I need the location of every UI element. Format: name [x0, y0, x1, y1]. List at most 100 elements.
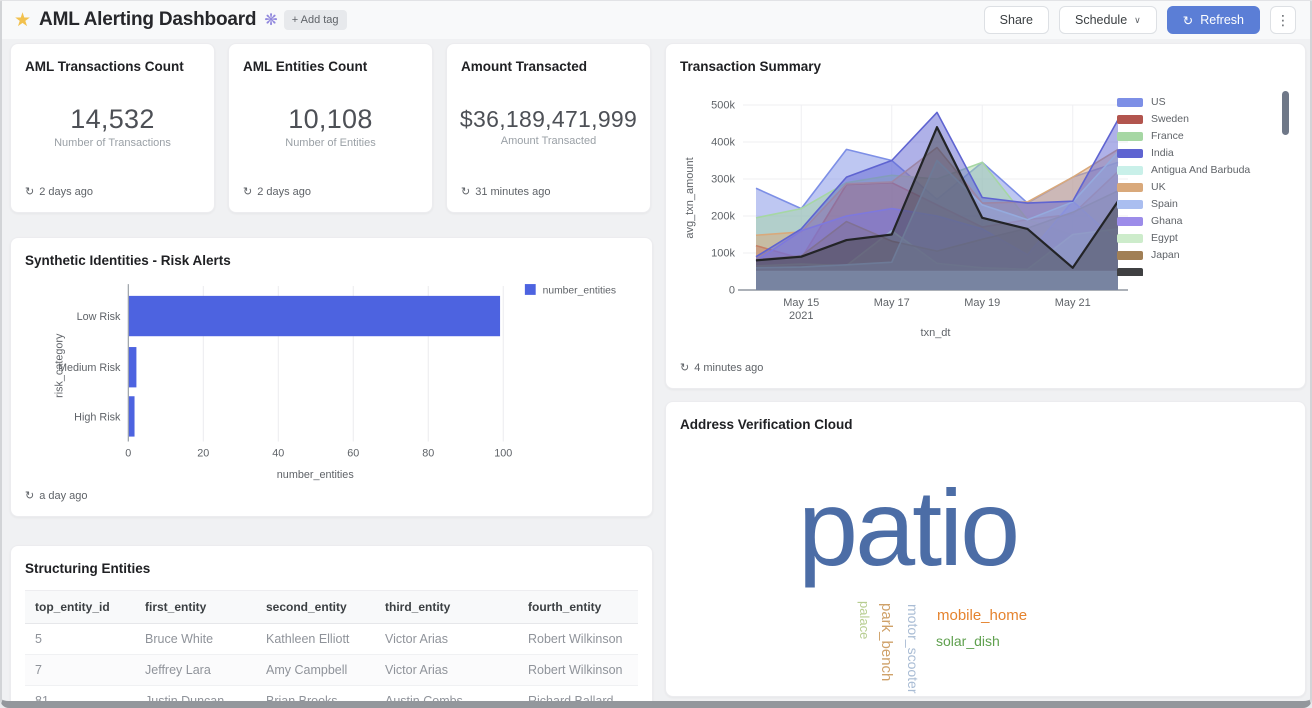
legend-label: France — [1151, 130, 1184, 142]
svg-text:500k: 500k — [711, 99, 735, 111]
column-header-first_entity[interactable]: first_entity — [135, 590, 256, 623]
svg-text:number_entities: number_entities — [543, 285, 617, 296]
svg-text:200k: 200k — [711, 210, 735, 222]
transaction-area-chart[interactable]: 0100k200k300k400k500kMay 152021May 17May… — [680, 78, 1150, 340]
kpi-card-entities-count: AML Entities Count 10,108 Number of Enti… — [228, 43, 433, 213]
kpi-updated: ↻ 2 days ago — [243, 185, 418, 198]
transaction-chart-area: 0100k200k300k400k500kMay 152021May 17May… — [680, 78, 1291, 359]
share-button[interactable]: Share — [984, 6, 1049, 34]
schedule-button[interactable]: Schedule ∨ — [1059, 6, 1157, 34]
right-column: Transaction Summary 0100k200k300k400k500… — [665, 43, 1306, 708]
refresh-button[interactable]: ↻ Refresh — [1167, 6, 1260, 34]
svg-text:80: 80 — [422, 447, 434, 459]
svg-text:txn_dt: txn_dt — [921, 327, 951, 339]
top-bar: ★ AML Alerting Dashboard ❋ + Add tag Sha… — [2, 1, 1310, 39]
legend-item-uk[interactable]: UK — [1117, 179, 1255, 196]
svg-text:avg_txn_amount: avg_txn_amount — [684, 157, 696, 238]
legend-label: UK — [1151, 181, 1166, 193]
legend-item-us[interactable]: US — [1117, 94, 1255, 111]
top-bar-actions: Share Schedule ∨ ↻ Refresh ⋮ — [984, 6, 1296, 34]
svg-text:60: 60 — [347, 447, 359, 459]
chevron-down-icon: ∨ — [1134, 15, 1141, 26]
svg-text:400k: 400k — [711, 136, 735, 148]
updated-text: a day ago — [39, 490, 87, 502]
table-cell: Robert Wilkinson — [518, 623, 638, 654]
table-cell: Bruce White — [135, 623, 256, 654]
column-header-third_entity[interactable]: third_entity — [375, 590, 518, 623]
column-header-fourth_entity[interactable]: fourth_entity — [518, 590, 638, 623]
legend-item-india[interactable]: India — [1117, 145, 1255, 162]
legend-label: Japan — [1151, 249, 1180, 261]
risk-bar-chart[interactable]: 020406080100Low RiskMedium RiskHigh Risk… — [25, 276, 640, 485]
refresh-icon: ↻ — [243, 185, 252, 198]
refresh-icon: ↻ — [1183, 13, 1193, 28]
legend-item-antigua-and-barbuda[interactable]: Antigua And Barbuda — [1117, 162, 1255, 179]
updated-text: 31 minutes ago — [475, 186, 550, 198]
svg-text:100k: 100k — [711, 247, 735, 259]
risk-updated: ↻ a day ago — [25, 489, 638, 502]
table-cell: 81 — [25, 685, 135, 708]
updated-text: 4 minutes ago — [694, 362, 763, 374]
legend-item-ghana[interactable]: Ghana — [1117, 213, 1255, 230]
svg-text:risk_category: risk_category — [53, 333, 65, 398]
svg-text:100: 100 — [494, 447, 512, 459]
svg-text:May 17: May 17 — [874, 297, 910, 309]
kpi-card-transactions-count: AML Transactions Count 14,532 Number of … — [10, 43, 215, 213]
updated-text: 2 days ago — [39, 186, 93, 198]
legend-scrollbar-thumb[interactable] — [1282, 91, 1289, 135]
more-options-button[interactable]: ⋮ — [1270, 6, 1296, 34]
legend-label: India — [1151, 147, 1174, 159]
legend-swatch — [1117, 251, 1143, 260]
svg-text:number_entities: number_entities — [277, 468, 355, 480]
legend-item-france[interactable]: France — [1117, 128, 1255, 145]
page-title: AML Alerting Dashboard — [39, 9, 256, 31]
column-header-second_entity[interactable]: second_entity — [256, 590, 375, 623]
cloud-word-mobile_home[interactable]: mobile_home — [937, 608, 1027, 623]
kpi-value: 14,532 — [70, 104, 154, 135]
word-cloud[interactable]: patio palace park_bench motor_scooter mobile… — [680, 438, 1291, 694]
legend-swatch — [1117, 200, 1143, 209]
cloud-title: Address Verification Cloud — [680, 416, 1291, 434]
legend-swatch — [1117, 217, 1143, 226]
kpi-subtitle: Amount Transacted — [501, 135, 596, 147]
favorite-star-icon[interactable]: ★ — [14, 9, 31, 32]
legend-item-japan[interactable]: Japan — [1117, 247, 1255, 264]
table-row: 7Jeffrey LaraAmy CampbellVictor AriasRob… — [25, 654, 638, 685]
refresh-icon: ↻ — [25, 185, 34, 198]
legend-label: Ghana — [1151, 215, 1183, 227]
legend-item-spain[interactable]: Spain — [1117, 196, 1255, 213]
legend-swatch — [1117, 115, 1143, 124]
refresh-icon: ↻ — [25, 489, 34, 502]
table-cell: 5 — [25, 623, 135, 654]
legend-label: Sweden — [1151, 113, 1189, 125]
legend-item-sweden[interactable]: Sweden — [1117, 111, 1255, 128]
transaction-updated: ↻ 4 minutes ago — [680, 361, 1291, 374]
svg-text:0: 0 — [729, 284, 735, 296]
legend-label: US — [1151, 96, 1166, 108]
table-cell: Victor Arias — [375, 654, 518, 685]
legend-swatch — [1117, 166, 1143, 175]
transaction-chart-title: Transaction Summary — [680, 58, 1291, 76]
table-row: 81Justin DuncanBrian BrooksAustin CombsR… — [25, 685, 638, 708]
address-verification-cloud-card: Address Verification Cloud patiopalacepa… — [665, 401, 1306, 697]
cloud-word-park_bench[interactable]: park_bench — [879, 603, 894, 681]
kpi-row: AML Transactions Count 14,532 Number of … — [10, 43, 653, 213]
svg-text:40: 40 — [272, 447, 284, 459]
cloud-word-solar_dish[interactable]: solar_dish — [936, 634, 1000, 648]
legend-item-egypt[interactable]: Egypt — [1117, 230, 1255, 247]
legend-swatch — [1117, 149, 1143, 158]
column-header-top_entity_id[interactable]: top_entity_id — [25, 590, 135, 623]
legend-swatch — [1117, 183, 1143, 192]
cloud-word-patio[interactable]: patio — [798, 474, 1017, 582]
refresh-icon: ↻ — [680, 361, 689, 374]
legend-item-truncated[interactable] — [1117, 264, 1255, 276]
table-cell: Justin Duncan — [135, 685, 256, 708]
legend-swatch — [1117, 98, 1143, 107]
table-cell: Victor Arias — [375, 623, 518, 654]
svg-text:May 15: May 15 — [783, 297, 819, 309]
table-cell: Austin Combs — [375, 685, 518, 708]
risk-chart-title: Synthetic Identities - Risk Alerts — [25, 252, 638, 270]
cloud-word-palace[interactable]: palace — [858, 601, 871, 639]
cloud-word-motor_scooter[interactable]: motor_scooter — [906, 604, 920, 693]
add-tag-button[interactable]: + Add tag — [284, 10, 347, 30]
